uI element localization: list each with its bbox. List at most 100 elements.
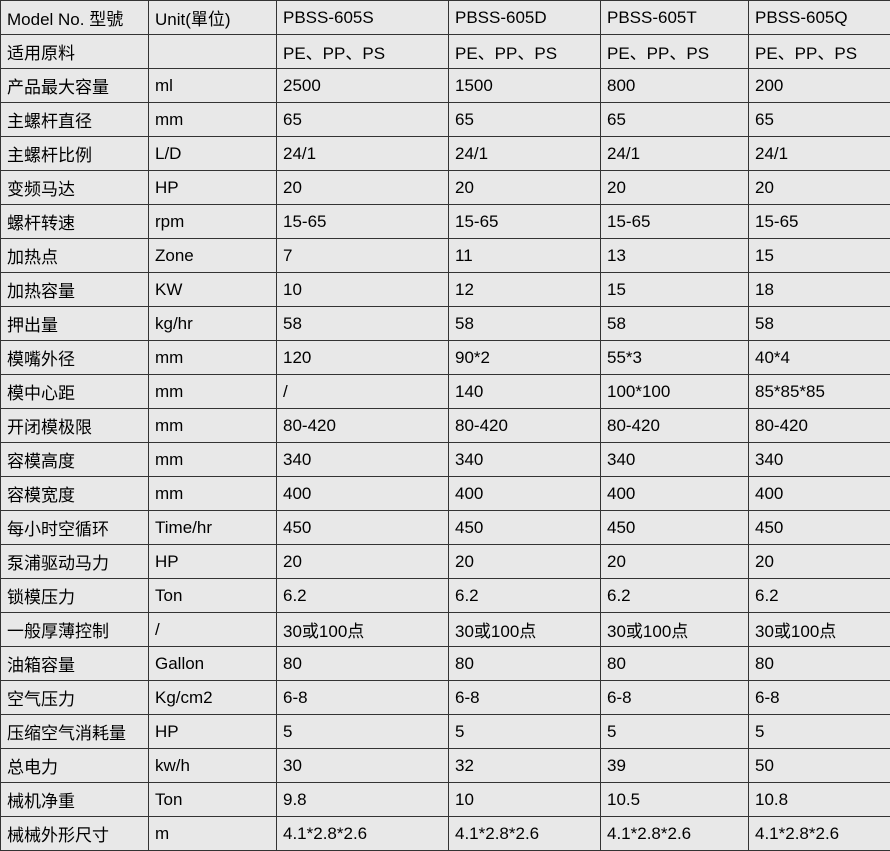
value-cell: 85*85*85	[749, 375, 890, 409]
table-row: 容模高度mm340340340340	[1, 443, 890, 477]
value-cell: 6-8	[449, 681, 601, 715]
table-row: 主螺杆比例L/D24/124/124/124/1	[1, 137, 890, 171]
value-cell: 80-420	[449, 409, 601, 443]
value-cell: 18	[749, 273, 890, 307]
value-cell: 140	[449, 375, 601, 409]
unit-cell: m	[149, 817, 277, 851]
value-cell: PBSS-605Q	[749, 1, 890, 35]
value-cell: 24/1	[449, 137, 601, 171]
value-cell: 4.1*2.8*2.6	[277, 817, 449, 851]
spec-name-cell: 总电力	[1, 749, 149, 783]
value-cell: 58	[749, 307, 890, 341]
table-row: 空气压力Kg/cm26-86-86-86-8	[1, 681, 890, 715]
unit-cell: HP	[149, 171, 277, 205]
table-row: 一般厚薄控制/30或100点30或100点30或100点30或100点	[1, 613, 890, 647]
value-cell: 2500	[277, 69, 449, 103]
unit-cell: mm	[149, 341, 277, 375]
value-cell: 15-65	[449, 205, 601, 239]
unit-cell: mm	[149, 103, 277, 137]
spec-name-cell: 加热点	[1, 239, 149, 273]
table-row: 变频马达HP20202020	[1, 171, 890, 205]
value-cell: 40*4	[749, 341, 890, 375]
value-cell: 20	[449, 171, 601, 205]
value-cell: 65	[601, 103, 749, 137]
value-cell: 20	[749, 171, 890, 205]
table-body: Model No. 型號Unit(單位)PBSS-605SPBSS-605DPB…	[1, 1, 890, 851]
table-row: 模嘴外径mm12090*255*340*4	[1, 341, 890, 375]
value-cell: 80-420	[277, 409, 449, 443]
value-cell: 30或100点	[749, 613, 890, 647]
value-cell: /	[277, 375, 449, 409]
spec-name-cell: 泵浦驱动马力	[1, 545, 149, 579]
table-row: 每小时空循环Time/hr450450450450	[1, 511, 890, 545]
spec-name-cell: 变频马达	[1, 171, 149, 205]
spec-name-cell: 主螺杆直径	[1, 103, 149, 137]
value-cell: 65	[277, 103, 449, 137]
value-cell: 50	[749, 749, 890, 783]
value-cell: 5	[449, 715, 601, 749]
value-cell: 10.5	[601, 783, 749, 817]
table-row: 模中心距mm/140100*10085*85*85	[1, 375, 890, 409]
table-row: 容模宽度mm400400400400	[1, 477, 890, 511]
spec-name-cell: 锁模压力	[1, 579, 149, 613]
unit-cell: mm	[149, 375, 277, 409]
value-cell: 100*100	[601, 375, 749, 409]
spec-name-cell: 押出量	[1, 307, 149, 341]
unit-cell: Time/hr	[149, 511, 277, 545]
value-cell: 30或100点	[601, 613, 749, 647]
value-cell: 11	[449, 239, 601, 273]
unit-cell: Kg/cm2	[149, 681, 277, 715]
value-cell: 13	[601, 239, 749, 273]
unit-cell: rpm	[149, 205, 277, 239]
spec-name-cell: 开闭模极限	[1, 409, 149, 443]
value-cell: 4.1*2.8*2.6	[749, 817, 890, 851]
value-cell: 6-8	[601, 681, 749, 715]
unit-cell: Ton	[149, 579, 277, 613]
value-cell: 400	[601, 477, 749, 511]
value-cell: 340	[449, 443, 601, 477]
value-cell: 450	[601, 511, 749, 545]
unit-cell: Gallon	[149, 647, 277, 681]
spec-name-cell: 油箱容量	[1, 647, 149, 681]
value-cell: 15-65	[749, 205, 890, 239]
value-cell: PBSS-605S	[277, 1, 449, 35]
value-cell: PBSS-605D	[449, 1, 601, 35]
value-cell: PE、PP、PS	[277, 35, 449, 69]
value-cell: 450	[749, 511, 890, 545]
value-cell: 65	[449, 103, 601, 137]
value-cell: 15-65	[277, 205, 449, 239]
table-row: 押出量kg/hr58585858	[1, 307, 890, 341]
value-cell: 80	[449, 647, 601, 681]
spec-name-cell: 加热容量	[1, 273, 149, 307]
value-cell: 30或100点	[449, 613, 601, 647]
value-cell: PBSS-605T	[601, 1, 749, 35]
value-cell: 65	[749, 103, 890, 137]
value-cell: 9.8	[277, 783, 449, 817]
value-cell: 20	[277, 545, 449, 579]
value-cell: 6.2	[449, 579, 601, 613]
unit-cell: Unit(單位)	[149, 1, 277, 35]
table-row: 压缩空气消耗量HP5555	[1, 715, 890, 749]
value-cell: PE、PP、PS	[749, 35, 890, 69]
spec-name-cell: 每小时空循环	[1, 511, 149, 545]
unit-cell: Ton	[149, 783, 277, 817]
value-cell: 6-8	[749, 681, 890, 715]
value-cell: 15-65	[601, 205, 749, 239]
value-cell: 10	[449, 783, 601, 817]
spec-name-cell: 产品最大容量	[1, 69, 149, 103]
value-cell: 20	[601, 171, 749, 205]
value-cell: 55*3	[601, 341, 749, 375]
unit-cell: kw/h	[149, 749, 277, 783]
value-cell: 340	[601, 443, 749, 477]
value-cell: 80	[277, 647, 449, 681]
table-row: 械械外形尺寸m4.1*2.8*2.64.1*2.8*2.64.1*2.8*2.6…	[1, 817, 890, 851]
unit-cell: ml	[149, 69, 277, 103]
spec-name-cell: 空气压力	[1, 681, 149, 715]
value-cell: 5	[601, 715, 749, 749]
value-cell: 58	[601, 307, 749, 341]
table-row: Model No. 型號Unit(單位)PBSS-605SPBSS-605DPB…	[1, 1, 890, 35]
value-cell: 6.2	[601, 579, 749, 613]
value-cell: 58	[277, 307, 449, 341]
unit-cell: HP	[149, 715, 277, 749]
value-cell: 400	[749, 477, 890, 511]
